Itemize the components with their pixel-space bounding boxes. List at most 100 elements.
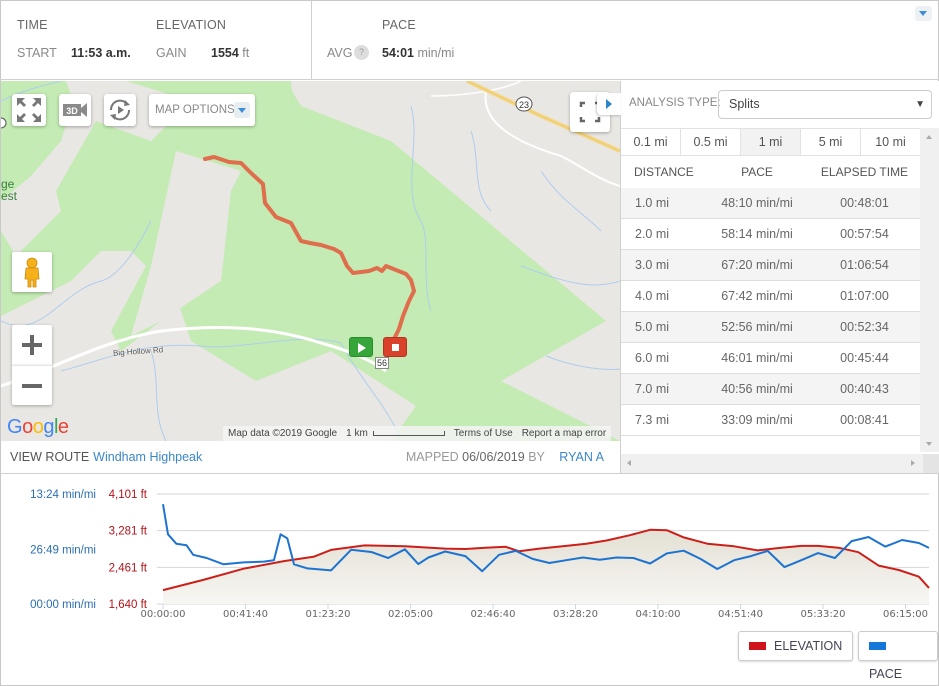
split-pace: 58:14 min/mi <box>721 227 793 241</box>
x-tick-label: 06:15:00 <box>883 609 928 620</box>
table-row: 6.0 mi 46:01 min/mi 00:45:44 <box>621 343 920 374</box>
author-link[interactable]: RYAN A <box>559 450 604 464</box>
x-tick-label: 04:51:40 <box>718 609 763 620</box>
split-pace: 67:20 min/mi <box>721 258 793 272</box>
scroll-down-icon <box>926 442 932 446</box>
elevation-axis-label: 3,281 ft <box>109 526 148 538</box>
table-row: 4.0 mi 67:42 min/mi 01:07:00 <box>621 281 920 312</box>
replay-button[interactable] <box>104 94 136 126</box>
split-distance: 6.0 mi <box>635 351 670 365</box>
3d-camera-icon: 3D <box>63 103 87 117</box>
column-distance: DISTANCE <box>634 165 694 179</box>
tab-0-5-mi[interactable]: 0.5 mi <box>681 129 741 155</box>
split-elapsed-time: 00:08:41 <box>840 413 889 427</box>
table-body: 1.0 mi 48:10 min/mi 00:48:01 2.0 mi 58:14 mi… <box>621 188 920 436</box>
x-tick-label: 00:41:40 <box>223 609 268 620</box>
workout-stats-header: TIME START 11:53 a.m. ELEVATION GAIN 155… <box>0 0 939 80</box>
split-elapsed-time: 00:45:44 <box>840 351 889 365</box>
vertical-scrollbar[interactable] <box>920 128 939 452</box>
by-label: BY <box>528 450 545 464</box>
pace-axis-label: 00:00 min/mi <box>30 599 96 611</box>
splits-table: DISTANCE PACE ELAPSED TIME 1.0 mi 48:10 m… <box>621 156 920 436</box>
split-elapsed-time: 00:40:43 <box>840 382 889 396</box>
elevation-heading: ELEVATION <box>156 18 227 32</box>
pace-swatch-icon <box>869 642 886 650</box>
split-distance: 3.0 mi <box>635 258 670 272</box>
zoom-in-button[interactable] <box>12 325 52 365</box>
split-pace: 52:56 min/mi <box>721 320 793 334</box>
report-map-error-link[interactable]: Report a map error <box>522 428 606 439</box>
table-row: 1.0 mi 48:10 min/mi 00:48:01 <box>621 188 920 219</box>
caret-down-icon <box>234 102 250 118</box>
table-row: 3.0 mi 67:20 min/mi 01:06:54 <box>621 250 920 281</box>
elevation-gain-value: 1554 ft <box>211 46 250 60</box>
map-data-credit: Map data ©2019 Google <box>228 428 338 439</box>
map-tiles: 23 <box>1 81 620 441</box>
table-row: 7.0 mi 40:56 min/mi 00:40:43 <box>621 374 920 405</box>
select-caret-icon: ▼ <box>915 99 925 110</box>
tab-5-mi[interactable]: 5 mi <box>801 129 861 155</box>
fullscreen-button[interactable] <box>12 94 46 126</box>
split-distance: 4.0 mi <box>635 289 670 303</box>
finish-marker-icon[interactable] <box>383 337 407 357</box>
map-options-dropdown[interactable]: MAP OPTIONS <box>149 94 255 126</box>
tab-0-1-mi[interactable]: 0.1 mi <box>621 129 681 155</box>
table-row: 2.0 mi 58:14 min/mi 00:57:54 <box>621 219 920 250</box>
table-row: 7.3 mi 33:09 min/mi 00:08:41 <box>621 405 920 436</box>
scroll-right-icon <box>911 460 915 466</box>
svg-text:3D: 3D <box>66 106 78 116</box>
time-heading: TIME <box>17 18 48 32</box>
elevation-axis-label: 2,461 ft <box>109 562 148 574</box>
expand-arrows-icon <box>17 98 41 122</box>
elevation-swatch-icon <box>749 642 766 650</box>
avg-label: AVG <box>327 46 353 60</box>
zoom-out-button[interactable] <box>12 365 52 405</box>
help-icon[interactable]: ? <box>354 45 369 60</box>
pace-axis-label: 26:49 min/mi <box>30 545 96 557</box>
mapped-label: MAPPED <box>405 450 459 464</box>
avg-pace-value: 54:01 min/mi <box>382 46 455 60</box>
table-header: DISTANCE PACE ELAPSED TIME <box>621 156 920 188</box>
horizontal-scrollbar[interactable] <box>621 454 923 473</box>
gain-label: GAIN <box>156 46 187 60</box>
route-map[interactable]: 23 ge est Big Hollow Rd 3D MAP OPTIONS 5… <box>1 81 620 441</box>
x-tick-label: 01:23:20 <box>306 609 351 620</box>
scroll-left-icon <box>627 460 631 466</box>
split-elapsed-time: 00:52:34 <box>840 320 889 334</box>
panel-toggle-button[interactable] <box>597 93 621 115</box>
collapse-header-button[interactable] <box>915 6 932 21</box>
tab-10-mi[interactable]: 10 mi <box>861 129 920 155</box>
split-distance: 7.0 mi <box>635 382 670 396</box>
analysis-panel: ANALYSIS TYPE: Splits ▼ 0.1 mi 0.5 mi 1 … <box>597 81 939 474</box>
forest-label: ge est <box>1 177 18 203</box>
column-pace: PACE <box>741 165 773 179</box>
x-tick-label: 05:33:20 <box>801 609 846 620</box>
route-name-link[interactable]: Windham Highpeak <box>93 450 202 464</box>
start-marker-icon[interactable] <box>349 337 373 357</box>
mapped-date: 06/06/2019 <box>462 450 525 464</box>
elevation-axis-label: 4,101 ft <box>109 489 148 501</box>
3d-view-button[interactable]: 3D <box>59 94 91 126</box>
legend-pace-toggle[interactable]: PACE <box>858 631 938 681</box>
start-time-value: 11:53 a.m. <box>71 46 131 60</box>
analysis-type-select[interactable]: Splits ▼ <box>718 90 932 119</box>
column-elapsed-time: ELAPSED TIME <box>820 165 909 179</box>
map-attribution: Map data ©2019 Google 1 km Terms of Use Rep… <box>223 426 612 441</box>
terms-link[interactable]: Terms of Use <box>454 428 513 439</box>
analysis-type-label: ANALYSIS TYPE: <box>629 97 721 109</box>
street-view-button[interactable] <box>12 252 52 292</box>
tab-1-mi[interactable]: 1 mi <box>741 129 801 155</box>
route-23-shield: 23 <box>519 100 529 110</box>
x-tick-label: 03:28:20 <box>553 609 598 620</box>
chart-svg: 13:24 min/mi 26:49 min/mi 00:00 min/mi 4,10… <box>30 489 930 620</box>
scrollbar-corner <box>923 454 939 473</box>
start-label: START <box>17 46 57 60</box>
elevation-pace-chart: 13:24 min/mi 26:49 min/mi 00:00 min/mi 4,10… <box>1 475 938 685</box>
scale-label: 1 km <box>346 428 368 439</box>
split-distance: 2.0 mi <box>635 227 670 241</box>
google-logo: Google <box>7 416 69 438</box>
x-tick-label: 00:00:00 <box>141 609 186 620</box>
table-row: 5.0 mi 52:56 min/mi 00:52:34 <box>621 312 920 343</box>
legend-elevation-toggle[interactable]: ELEVATION <box>738 631 854 661</box>
x-tick-label: 02:05:00 <box>388 609 433 620</box>
